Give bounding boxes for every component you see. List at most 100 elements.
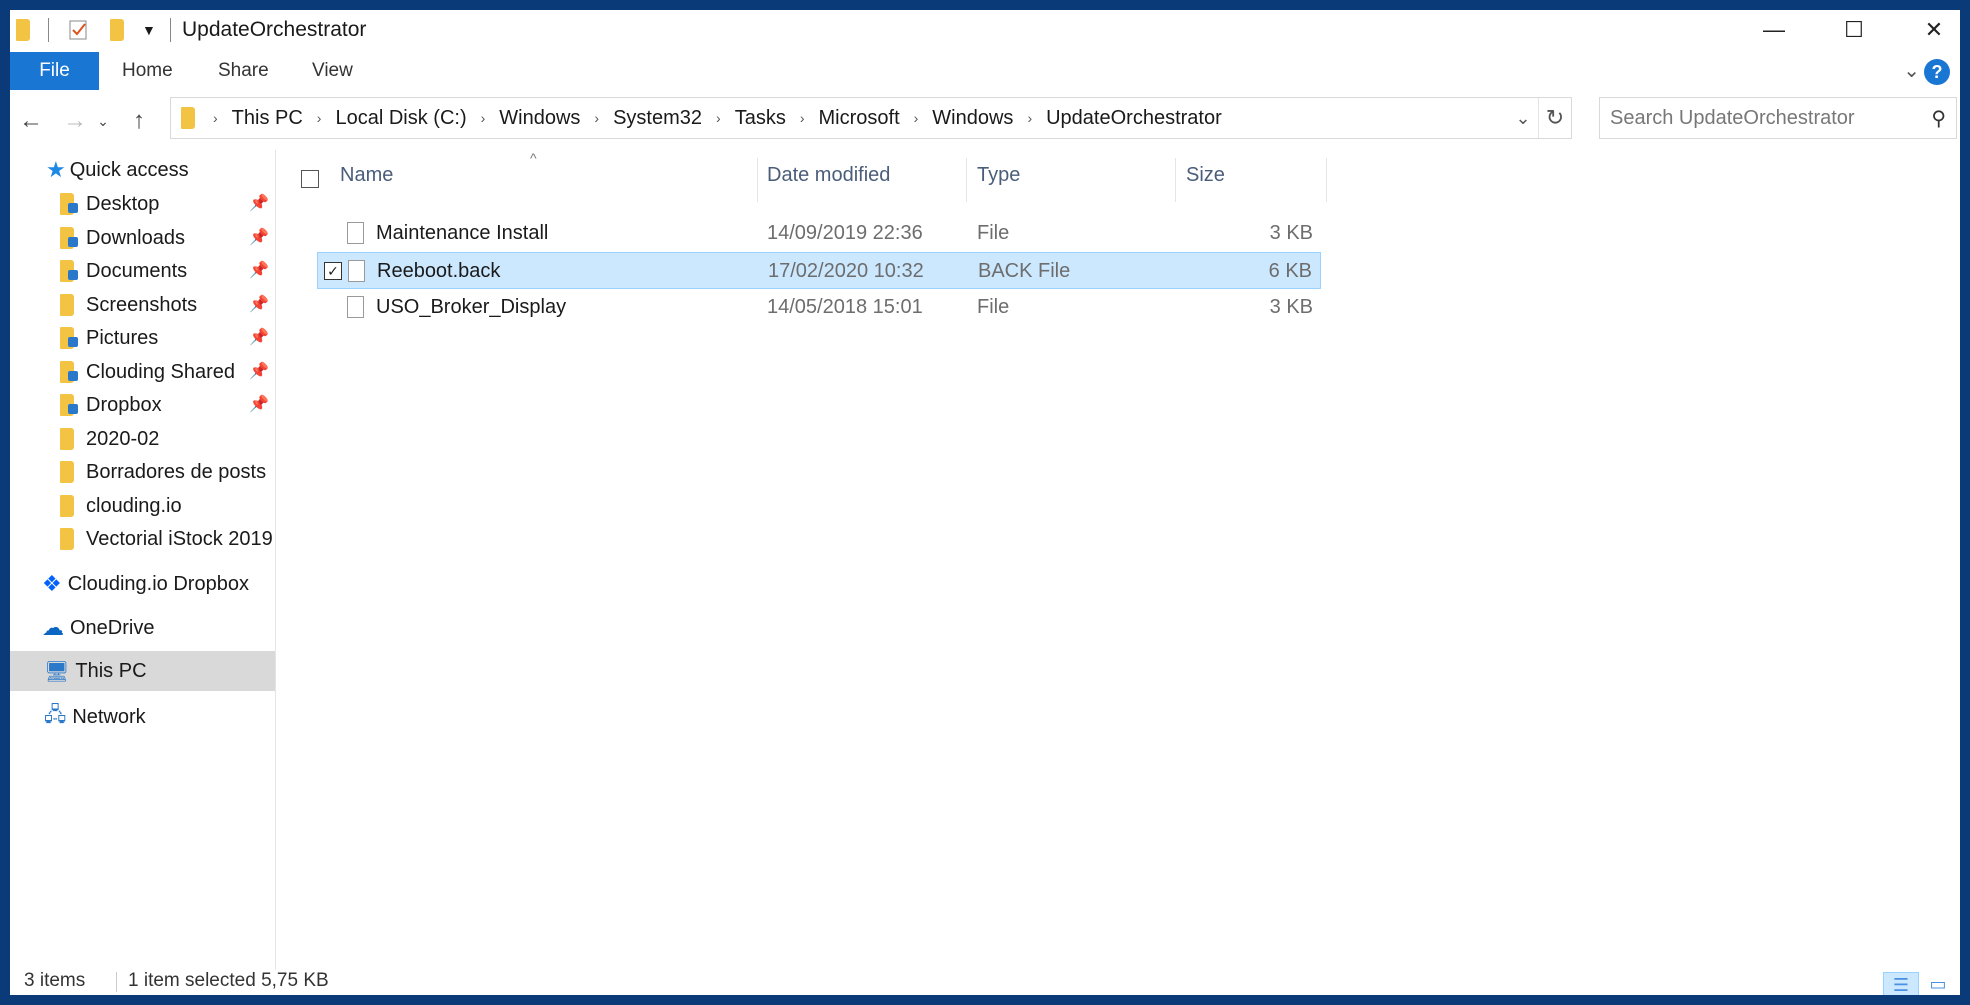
pin-icon[interactable]: 📌: [249, 227, 269, 247]
desktop-folder-icon: [60, 193, 78, 215]
title-bar: ▼ UpdateOrchestrator — ☐ ✕: [10, 10, 1960, 50]
tab-share[interactable]: Share: [218, 52, 269, 90]
file-type: File: [977, 222, 1010, 244]
new-folder-icon[interactable]: [110, 14, 124, 46]
pictures-folder-icon: [60, 327, 78, 349]
sidebar-item-network[interactable]: 🖧 Network: [44, 697, 146, 737]
refresh-icon[interactable]: ↻: [1538, 98, 1571, 138]
breadcrumb-separator[interactable]: ›: [473, 110, 494, 126]
tab-home[interactable]: Home: [122, 52, 173, 90]
breadcrumb-updateorchestrator[interactable]: UpdateOrchestrator: [1040, 107, 1228, 130]
pin-icon[interactable]: 📌: [249, 193, 269, 213]
file-list: ^ Name Date modified Type Size Maintenan…: [282, 150, 1960, 970]
pin-icon[interactable]: 📌: [249, 294, 269, 314]
sidebar-item-label: Clouding Shared: [86, 360, 235, 383]
column-header-type[interactable]: Type: [977, 150, 1020, 200]
file-type: BACK File: [978, 260, 1071, 282]
file-icon: [347, 296, 364, 318]
back-button[interactable]: ←: [16, 106, 46, 136]
sidebar-item-vectorial-istock[interactable]: Vectorial iStock 2019: [60, 519, 275, 559]
sidebar-item-label: Borradores de posts: [86, 460, 267, 483]
file-row[interactable]: Maintenance Install 14/09/2019 22:36 Fil…: [317, 215, 1321, 252]
recent-locations-icon[interactable]: ⌄: [94, 106, 112, 136]
large-icons-view-icon[interactable]: ▭: [1921, 972, 1955, 995]
breadcrumb-separator[interactable]: ›: [205, 110, 226, 126]
sidebar-item-label: Dropbox: [86, 393, 162, 416]
breadcrumb-microsoft[interactable]: Microsoft: [813, 107, 906, 130]
properties-icon[interactable]: [68, 14, 90, 46]
pin-icon[interactable]: 📌: [249, 327, 269, 347]
address-dropdown-icon[interactable]: ⌄: [1511, 98, 1535, 138]
column-header-date-modified[interactable]: Date modified: [767, 150, 890, 200]
forward-button[interactable]: →: [60, 106, 90, 136]
file-icon: [348, 260, 365, 282]
breadcrumb-windows[interactable]: Windows: [493, 107, 586, 130]
sidebar-item-label: Downloads: [86, 226, 185, 249]
sidebar-item-label: OneDrive: [70, 616, 155, 639]
sidebar-item-clouding-dropbox[interactable]: ❖ Clouding.io Dropbox: [42, 564, 249, 604]
file-type: File: [977, 296, 1010, 318]
file-name: Maintenance Install: [376, 222, 549, 244]
downloads-folder-icon: [60, 227, 78, 249]
breadcrumb-tasks[interactable]: Tasks: [729, 107, 792, 130]
breadcrumb-windows-tasks[interactable]: Windows: [926, 107, 1019, 130]
breadcrumb-separator[interactable]: ›: [309, 110, 330, 126]
pin-icon[interactable]: 📌: [249, 361, 269, 381]
sidebar-item-label: Desktop: [86, 192, 160, 215]
breadcrumb-separator[interactable]: ›: [1019, 110, 1040, 126]
search-box[interactable]: ⚲: [1599, 97, 1957, 139]
up-button[interactable]: ↑: [124, 106, 154, 136]
sidebar-item-label: Quick access: [69, 158, 189, 181]
breadcrumb-this-pc[interactable]: This PC: [226, 107, 309, 130]
search-input[interactable]: [1608, 104, 1912, 132]
pin-icon[interactable]: 📌: [249, 260, 269, 280]
sidebar-item-label: Clouding.io Dropbox: [67, 572, 249, 595]
tab-file[interactable]: File: [10, 52, 99, 90]
file-size: 6 KB: [1268, 260, 1312, 282]
sort-ascending-icon: ^: [530, 150, 537, 166]
sidebar-item-label: Network: [72, 705, 146, 728]
row-checkbox-checked[interactable]: ✓: [324, 262, 342, 280]
onedrive-cloud-icon: ☁: [42, 615, 64, 640]
details-view-icon[interactable]: ☰: [1883, 972, 1919, 995]
file-row[interactable]: USO_Broker_Display 14/05/2018 15:01 File…: [317, 289, 1321, 326]
sidebar-item-label: Documents: [86, 259, 188, 282]
select-all-checkbox[interactable]: [301, 170, 319, 188]
window-title: UpdateOrchestrator: [182, 18, 367, 41]
sidebar-item-this-pc[interactable]: 🖥 This PC: [10, 651, 275, 691]
address-bar[interactable]: › This PC › Local Disk (C:) › Windows › …: [170, 97, 1572, 139]
sidebar-item-label: Vectorial iStock 2019: [86, 527, 273, 550]
breadcrumb-separator[interactable]: ›: [708, 110, 729, 126]
pin-icon[interactable]: 📌: [249, 394, 269, 414]
file-name: Reeboot.back: [377, 260, 501, 282]
file-row-selected[interactable]: ✓ Reeboot.back 17/02/2020 10:32 BACK Fil…: [317, 252, 1321, 289]
breadcrumb-separator[interactable]: ›: [792, 110, 813, 126]
breadcrumb-system32[interactable]: System32: [607, 107, 708, 130]
tab-view[interactable]: View: [312, 52, 353, 90]
customize-qat-icon[interactable]: ▼: [142, 14, 156, 46]
status-selection: 1 item selected 5,75 KB: [128, 970, 329, 991]
column-header-size[interactable]: Size: [1186, 150, 1225, 200]
folder-icon: [60, 461, 74, 483]
sidebar-item-label: 2020-02: [86, 427, 160, 450]
folder-icon: [60, 495, 74, 517]
maximize-button[interactable]: ☐: [1814, 10, 1894, 50]
minimize-button[interactable]: —: [1734, 10, 1814, 50]
breadcrumb-separator[interactable]: ›: [906, 110, 927, 126]
shared-folder-icon: [60, 361, 78, 383]
breadcrumb-separator[interactable]: ›: [586, 110, 607, 126]
sidebar-item-label: clouding.io: [86, 494, 182, 517]
folder-icon: [16, 14, 30, 46]
close-button[interactable]: ✕: [1894, 10, 1960, 50]
help-icon[interactable]: ?: [1924, 59, 1950, 85]
star-icon: ★: [46, 157, 66, 182]
documents-folder-icon: [60, 260, 78, 282]
expand-ribbon-icon[interactable]: ⌄: [1903, 58, 1920, 83]
network-icon: 🖧: [44, 704, 67, 726]
column-header-name[interactable]: Name: [340, 150, 393, 200]
computer-icon: 🖥: [44, 660, 70, 683]
breadcrumb-local-disk[interactable]: Local Disk (C:): [329, 107, 472, 130]
ribbon: File Home Share View ⌄ ?: [10, 50, 1960, 92]
search-icon[interactable]: ⚲: [1931, 106, 1946, 131]
sidebar-item-onedrive[interactable]: ☁ OneDrive: [42, 608, 154, 648]
